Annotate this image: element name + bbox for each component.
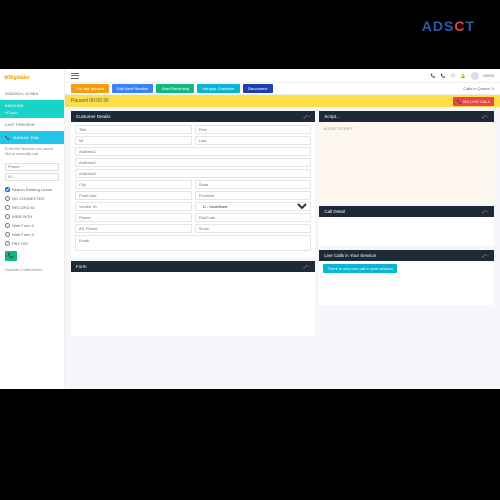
- phone2-icon[interactable]: 📞: [441, 73, 447, 79]
- sidebar-hint: Enter the Number you would like to manua…: [0, 144, 64, 161]
- username: 10003: [483, 73, 494, 78]
- pause-button[interactable]: You are paused: [71, 84, 109, 93]
- panel-icons[interactable]: ⤢ −: [304, 264, 311, 269]
- content: Customer Details⤢ −: [65, 107, 500, 389]
- check-webpath[interactable]: WEB PATH: [0, 212, 64, 221]
- paused-label: Paused 00:00:26: [71, 98, 109, 104]
- city-field[interactable]: [75, 180, 192, 189]
- avatar[interactable]: [471, 72, 479, 80]
- dialnext-button[interactable]: Dial Next Number: [112, 84, 154, 93]
- show-field[interactable]: [195, 224, 312, 233]
- form-panel: Form⤢ −: [71, 261, 315, 336]
- menu-icon[interactable]: [71, 73, 79, 79]
- sidebar-form: [0, 161, 64, 185]
- app-window: ⚙Bigdialer 2/26/2024, 12:58:6 INBOUND MT…: [0, 69, 500, 389]
- addr3-field[interactable]: [75, 169, 311, 178]
- check-noconnect[interactable]: NO CONNECTED: [0, 194, 64, 203]
- sidebar: ⚙Bigdialer 2/26/2024, 12:58:6 INBOUND MT…: [0, 69, 65, 389]
- sidebar-manual[interactable]: 📞 MANUAL DIAL: [0, 131, 64, 144]
- paused-bar: Paused 00:00:26 📞 NO LIVE CALL: [65, 95, 500, 107]
- clock-icon[interactable]: 🕐: [451, 73, 457, 79]
- main: 📞 📞 🕐 🔔 10003 You are paused Dial Next N…: [65, 69, 500, 389]
- action-bar: You are paused Dial Next Number Start Re…: [65, 83, 500, 95]
- phone-input[interactable]: [5, 163, 59, 171]
- postcode-field[interactable]: [75, 191, 192, 200]
- check-webform2[interactable]: Web Form 2: [0, 221, 64, 230]
- script-panel: Script...⤢ − AGENT SCRIPT: [319, 111, 494, 202]
- panel-icons[interactable]: ⤢ −: [482, 209, 489, 214]
- phone-icon[interactable]: 📞: [431, 73, 437, 79]
- gender-select[interactable]: U - Undefined: [195, 202, 312, 211]
- province-field[interactable]: [195, 191, 312, 200]
- queue-count: Calls in Queue: 0: [463, 86, 494, 91]
- sidebar-bottom[interactable]: Sounds Conferences: [0, 264, 64, 275]
- logo: ⚙Bigdialer: [0, 69, 64, 87]
- dialcode-field[interactable]: [195, 213, 312, 222]
- customer-panel: Customer Details⤢ −: [71, 111, 315, 257]
- hangup-button[interactable]: Hangup Customer: [197, 84, 239, 93]
- sidebar-inbound[interactable]: INBOUND MTupdo: [0, 100, 64, 118]
- panel-icons[interactable]: ⤢ −: [304, 114, 311, 119]
- mid-field[interactable]: [75, 136, 192, 145]
- check-search[interactable]: Search Existing Leads: [0, 185, 64, 194]
- disconnect-button[interactable]: Disconnect: [243, 84, 273, 93]
- bell-icon[interactable]: 🔔: [461, 73, 467, 79]
- check-pbxoid[interactable]: PBX OID: [0, 239, 64, 248]
- panel-icons[interactable]: ⤢ −: [482, 114, 489, 119]
- record-button[interactable]: Start Recording: [156, 84, 194, 93]
- panel-icons[interactable]: ⤢ −: [482, 253, 489, 258]
- phone-field[interactable]: [75, 213, 192, 222]
- no-live-button[interactable]: 📞 NO LIVE CALL: [453, 97, 494, 106]
- calldetail-panel: Call Detail⤢ −: [319, 206, 494, 246]
- vendor-field[interactable]: [75, 202, 192, 211]
- session-tag[interactable]: There is only one call in your session: [323, 264, 397, 273]
- last-field[interactable]: [195, 136, 312, 145]
- script-body: AGENT SCRIPT: [319, 122, 494, 202]
- sidebar-date: 2/26/2024, 12:58:6: [0, 87, 64, 100]
- watermark: ADSCT: [422, 18, 475, 34]
- check-record[interactable]: RECORD ID:: [0, 203, 64, 212]
- addr2-field[interactable]: [75, 158, 311, 167]
- sidebar-preview[interactable]: LAST PREVIEW: [0, 118, 64, 131]
- session-panel: Live Calls in Your Session⤢ − There is o…: [319, 250, 494, 305]
- state-field[interactable]: [195, 180, 312, 189]
- email-field[interactable]: [75, 235, 311, 251]
- altphone-field[interactable]: [75, 224, 192, 233]
- first-field[interactable]: [195, 125, 312, 134]
- addr1-field[interactable]: [75, 147, 311, 156]
- dial-button[interactable]: 📞: [5, 251, 17, 261]
- title-field[interactable]: [75, 125, 192, 134]
- check-webform3[interactable]: Web Form 3: [0, 230, 64, 239]
- topbar: 📞 📞 🕐 🔔 10003: [65, 69, 500, 83]
- code-input[interactable]: [5, 173, 59, 181]
